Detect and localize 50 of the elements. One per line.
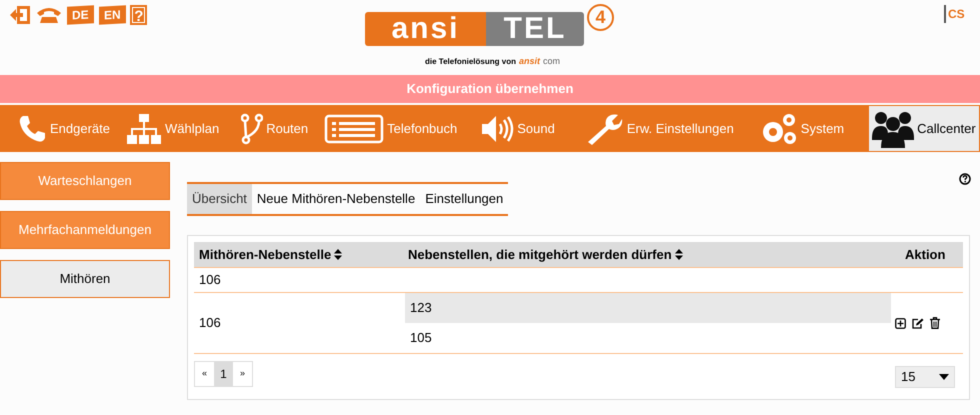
logo-text: ansi [365, 12, 486, 46]
sitemap-icon [126, 112, 162, 144]
nav-item[interactable]: Routen [241, 112, 308, 144]
list-icon [324, 114, 384, 144]
sidebar-item[interactable]: Mithören [0, 260, 170, 298]
add-icon[interactable] [895, 318, 906, 328]
column-header[interactable]: Mithören-Nebenstelle [194, 244, 405, 264]
nav-item[interactable]: Sound [480, 114, 555, 144]
nav-item[interactable]: Callcenter [869, 106, 979, 151]
column-header: Aktion [904, 246, 946, 264]
page-size-dropdown[interactable]: 15 [895, 366, 955, 388]
page-link[interactable]: 1 [214, 362, 233, 386]
branch-icon [241, 112, 264, 144]
phone-icon [17, 114, 47, 144]
tab[interactable]: Übersicht [187, 184, 252, 214]
speaker-icon [480, 114, 514, 144]
nav-item[interactable]: Wählplan [126, 112, 220, 144]
previous-page-link[interactable]: « [195, 362, 214, 386]
next-page-link[interactable]: » [233, 362, 252, 386]
corner-logo: CS [944, 5, 965, 23]
nav-item[interactable]: System [760, 112, 844, 146]
nav-item[interactable]: Endgeräte [17, 114, 110, 144]
tagline: die Telefonielösung von [425, 56, 516, 68]
edit-icon[interactable] [912, 318, 924, 328]
language-button[interactable]: DE [67, 5, 94, 25]
table-cell: 123 [405, 293, 891, 323]
nav-item[interactable]: Erw. Einstellungen [584, 112, 734, 146]
sort-icon[interactable] [334, 249, 342, 260]
sidebar-item[interactable]: Mehrfachanmeldungen [0, 211, 170, 249]
table-cell-text: 106 [198, 314, 222, 332]
exit-icon[interactable] [9, 5, 31, 25]
language-button[interactable]: EN [98, 5, 126, 25]
version-badge: 4 [587, 4, 614, 31]
delete-icon[interactable] [930, 317, 940, 329]
logo-text: TEL [486, 12, 584, 46]
sidebar-item[interactable]: Warteschlangen [0, 162, 170, 200]
column-header[interactable]: Nebenstellen, die mitgehört werden dürfen [405, 244, 891, 264]
nav-item[interactable]: Telefonbuch [324, 114, 458, 144]
brand-text: ansit [518, 55, 540, 68]
help-button[interactable]: ? [130, 5, 148, 25]
apply-configuration-button[interactable]: Konfiguration übernehmen [0, 75, 980, 103]
help-icon[interactable] [959, 173, 971, 185]
people-icon [872, 110, 914, 148]
brand-text: com [542, 55, 560, 68]
sort-icon[interactable] [674, 249, 683, 260]
tab[interactable]: Einstellungen [420, 184, 508, 214]
tab[interactable]: Neue Mithören-Nebenstelle [252, 184, 420, 214]
phone-icon[interactable] [36, 6, 62, 24]
table-cell-text: 106 [198, 271, 222, 290]
caret-icon [939, 374, 949, 380]
